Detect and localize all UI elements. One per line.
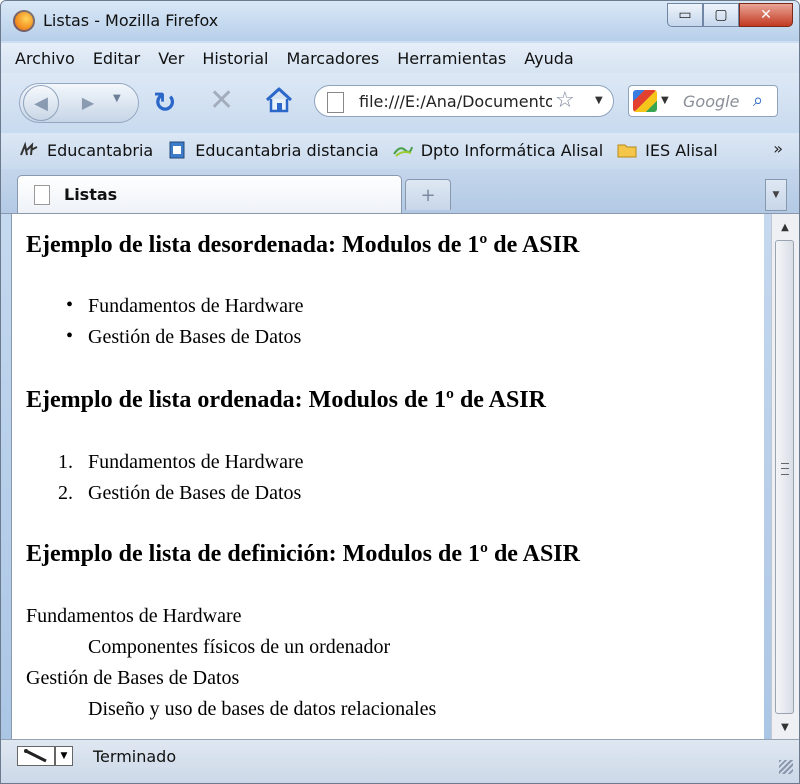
reload-icon: ↻ <box>153 86 177 119</box>
forward-button[interactable]: ▶ <box>67 89 109 115</box>
page-content: Ejemplo de lista desordenada: Modulos de… <box>11 214 764 739</box>
menu-historial[interactable]: Historial <box>202 49 268 68</box>
bookmark-label: Educantabria distancia <box>195 140 379 160</box>
educantabria-distancia-icon <box>169 141 185 159</box>
home-icon <box>265 87 293 113</box>
wand-icon <box>24 749 47 763</box>
heading-definition: Ejemplo de lista de definición: Modulos … <box>26 541 580 567</box>
status-dropdown-icon[interactable]: ▼ <box>55 746 73 766</box>
list-item: Gestión de Bases de Datos <box>88 326 302 348</box>
status-text: Terminado <box>93 747 177 766</box>
maximize-button[interactable]: ▢ <box>703 3 739 27</box>
status-bar: ▼ Terminado <box>1 739 799 783</box>
forward-icon: ▶ <box>81 92 95 112</box>
list-item: Fundamentos de Hardware <box>88 295 304 317</box>
browser-window: Listas - Mozilla Firefox ▭ ▢ ✕ Archivo E… <box>0 0 800 784</box>
menu-ver[interactable]: Ver <box>158 49 184 68</box>
bullet-icon: • <box>66 325 74 347</box>
scroll-thumb[interactable] <box>775 240 794 714</box>
menu-ayuda[interactable]: Ayuda <box>524 49 573 68</box>
google-icon[interactable] <box>633 90 657 112</box>
firefox-icon <box>13 10 35 32</box>
home-button[interactable] <box>263 85 295 115</box>
status-tool-button[interactable] <box>17 746 55 766</box>
bookmark-label: IES Alisal <box>645 140 718 160</box>
search-input[interactable]: Google <box>683 92 739 111</box>
menu-herramientas[interactable]: Herramientas <box>397 49 506 68</box>
url-dropdown-icon[interactable]: ▼ <box>595 95 603 106</box>
window-title: Listas - Mozilla Firefox <box>43 11 219 30</box>
plus-icon: + <box>420 184 436 206</box>
scroll-down-icon[interactable]: ▼ <box>772 716 798 738</box>
tab-strip: Listas + ▼ <box>1 169 799 214</box>
vertical-scrollbar[interactable]: ▲ ▼ <box>771 214 799 739</box>
bookmark-ies-alisal[interactable]: IES Alisal <box>617 141 718 160</box>
list-item: Gestión de Bases de Datos <box>88 482 302 504</box>
heading-ordered: Ejemplo de lista ordenada: Modulos de 1º… <box>26 387 546 413</box>
search-icon[interactable]: ⌕ <box>753 90 763 111</box>
definition-description: Componentes físicos de un ordenador <box>88 636 391 658</box>
bookmarks-toolbar: Educantabria Educantabria distancia Dpto… <box>1 133 799 167</box>
stop-button[interactable]: ✕ <box>209 83 234 118</box>
heading-unordered: Ejemplo de lista desordenada: Modulos de… <box>26 232 580 258</box>
title-bar: Listas - Mozilla Firefox ▭ ▢ ✕ <box>1 1 799 41</box>
menu-bar: Archivo Editar Ver Historial Marcadores … <box>1 43 799 73</box>
bookmark-label: Dpto Informática Alisal <box>420 140 604 160</box>
reload-button[interactable]: ↻ <box>153 86 176 119</box>
menu-editar[interactable]: Editar <box>93 49 140 68</box>
close-button[interactable]: ✕ <box>739 3 793 27</box>
definition-term: Fundamentos de Hardware <box>26 605 242 627</box>
tab-label: Listas <box>64 185 118 204</box>
minimize-button[interactable]: ▭ <box>667 3 703 27</box>
bookmarks-overflow-button[interactable]: » <box>773 139 783 158</box>
page-icon <box>34 185 50 205</box>
menu-archivo[interactable]: Archivo <box>15 49 75 68</box>
folder-icon <box>617 144 637 158</box>
tab-listas[interactable]: Listas <box>17 175 402 213</box>
list-all-tabs-button[interactable]: ▼ <box>765 179 787 211</box>
bookmark-educantabria[interactable]: Educantabria <box>19 141 153 160</box>
back-button[interactable]: ◀ <box>23 85 59 121</box>
history-dropdown-icon[interactable]: ▼ <box>113 93 121 104</box>
back-icon: ◀ <box>34 92 48 114</box>
educantabria-icon <box>20 141 38 156</box>
resize-grip-icon[interactable] <box>779 760 793 774</box>
bullet-icon: • <box>66 294 74 316</box>
page-icon <box>327 92 344 113</box>
menu-marcadores[interactable]: Marcadores <box>286 49 379 68</box>
definition-term: Gestión de Bases de Datos <box>26 667 240 689</box>
new-tab-button[interactable]: + <box>405 179 451 210</box>
list-marker: 1. <box>58 451 73 473</box>
stop-icon: ✕ <box>209 83 235 118</box>
alisal-icon <box>392 146 413 157</box>
list-marker: 2. <box>58 482 73 504</box>
bookmark-dpto-informatica[interactable]: Dpto Informática Alisal <box>392 140 604 160</box>
url-text[interactable]: file:///E:/Ana/Documentos <box>359 92 552 111</box>
definition-description: Diseño y uso de bases de datos relaciona… <box>88 698 437 720</box>
bookmark-star-icon[interactable]: ☆ <box>555 88 575 113</box>
list-item: Fundamentos de Hardware <box>88 451 304 473</box>
scroll-grip-icon <box>781 463 789 475</box>
bookmark-label: Educantabria <box>47 140 154 160</box>
bookmark-educantabria-distancia[interactable]: Educantabria distancia <box>167 141 379 160</box>
search-bar[interactable]: ▼ Google ⌕ <box>628 85 778 117</box>
search-engine-dropdown-icon[interactable]: ▼ <box>661 95 669 106</box>
url-bar[interactable]: file:///E:/Ana/Documentos ☆ ▼ <box>314 85 614 117</box>
scroll-up-icon[interactable]: ▲ <box>772 216 798 238</box>
navigation-toolbar: ◀ ▶ ▼ ↻ ✕ file:///E:/Ana/Documentos ☆ ▼ <box>1 73 799 131</box>
